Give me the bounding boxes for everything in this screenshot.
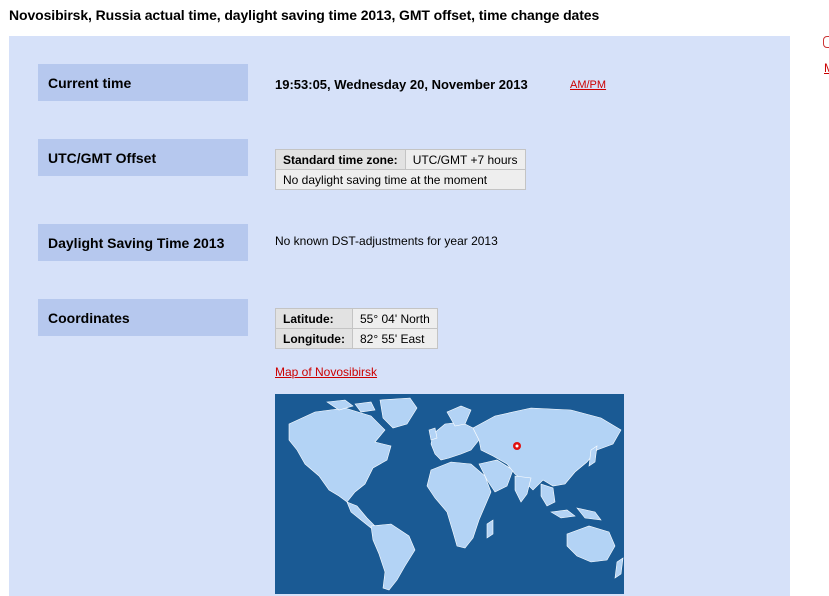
page-title: Novosibirsk, Russia actual time, dayligh…: [9, 7, 600, 23]
utc-offset-table: Standard time zone: UTC/GMT +7 hours No …: [275, 149, 526, 190]
latitude-key: Latitude:: [275, 308, 353, 329]
current-time-label: Current time: [38, 64, 248, 101]
coordinates-label: Coordinates: [38, 299, 248, 336]
standard-time-zone-value: UTC/GMT +7 hours: [404, 149, 526, 170]
utc-offset-label: UTC/GMT Offset: [38, 139, 248, 176]
clipped-icon: [823, 36, 829, 48]
ampm-toggle-link[interactable]: AM/PM: [570, 79, 606, 91]
map-of-city-link[interactable]: Map of Novosibirsk: [275, 365, 377, 379]
world-map: [275, 394, 624, 594]
longitude-key: Longitude:: [275, 328, 353, 349]
dst-note: No known DST-adjustments for year 2013: [275, 234, 498, 248]
continents: [288, 397, 624, 591]
current-time-value: 19:53:05, Wednesday 20, November 2013: [275, 77, 528, 92]
dst-label: Daylight Saving Time 2013: [38, 224, 248, 261]
longitude-value: 82° 55' East: [351, 328, 438, 349]
city-marker-icon: [513, 442, 521, 450]
standard-time-zone-key: Standard time zone:: [275, 149, 406, 170]
clipped-sidebar-link[interactable]: M: [824, 61, 829, 75]
content-panel: Current time 19:53:05, Wednesday 20, Nov…: [9, 36, 790, 596]
coordinates-table: Latitude: 55° 04' North Longitude: 82° 5…: [275, 308, 438, 349]
latitude-value: 55° 04' North: [351, 308, 438, 329]
dst-status-note: No daylight saving time at the moment: [275, 169, 526, 190]
world-map-graphic: [288, 397, 624, 591]
